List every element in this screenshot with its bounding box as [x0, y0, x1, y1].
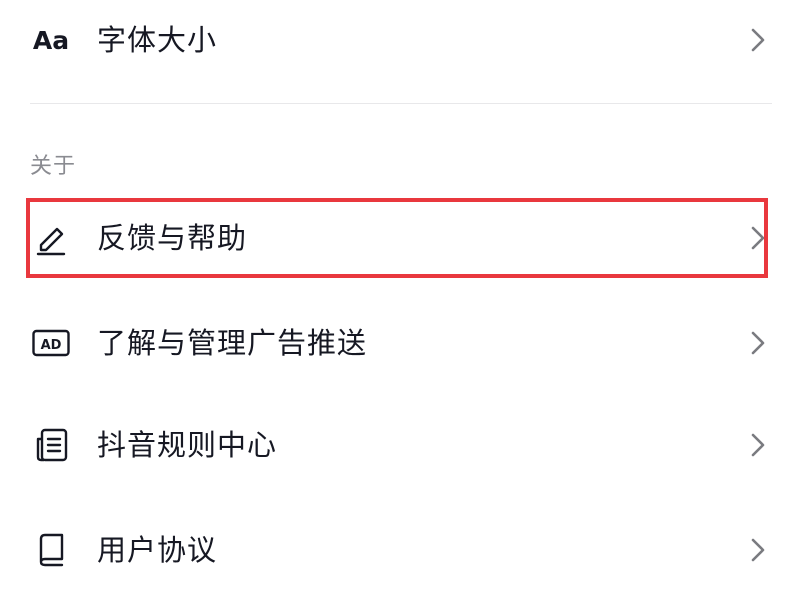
settings-item-ad-management[interactable]: AD 了解与管理广告推送: [0, 303, 800, 383]
settings-item-font-size[interactable]: Aa 字体大小: [0, 0, 800, 80]
book-icon: [30, 529, 72, 571]
settings-item-label: 字体大小: [97, 22, 218, 57]
chevron-right-icon: [748, 26, 768, 54]
document-list-icon: [30, 424, 72, 466]
settings-item-label: 了解与管理广告推送: [97, 325, 368, 360]
font-size-icon: Aa: [32, 25, 70, 55]
ad-icon: AD: [30, 322, 72, 364]
section-divider: [30, 103, 772, 104]
chevron-right-icon: [748, 536, 768, 564]
section-title-about: 关于: [30, 154, 77, 179]
chevron-right-icon: [748, 431, 768, 459]
chevron-right-icon: [748, 329, 768, 357]
settings-item-label: 抖音规则中心: [97, 427, 278, 462]
settings-item-label: 用户协议: [97, 532, 218, 567]
highlight-box: [26, 198, 768, 278]
svg-text:AD: AD: [41, 338, 62, 353]
settings-item-user-agreement[interactable]: 用户协议: [0, 510, 800, 590]
settings-item-rules-center[interactable]: 抖音规则中心: [0, 405, 800, 485]
